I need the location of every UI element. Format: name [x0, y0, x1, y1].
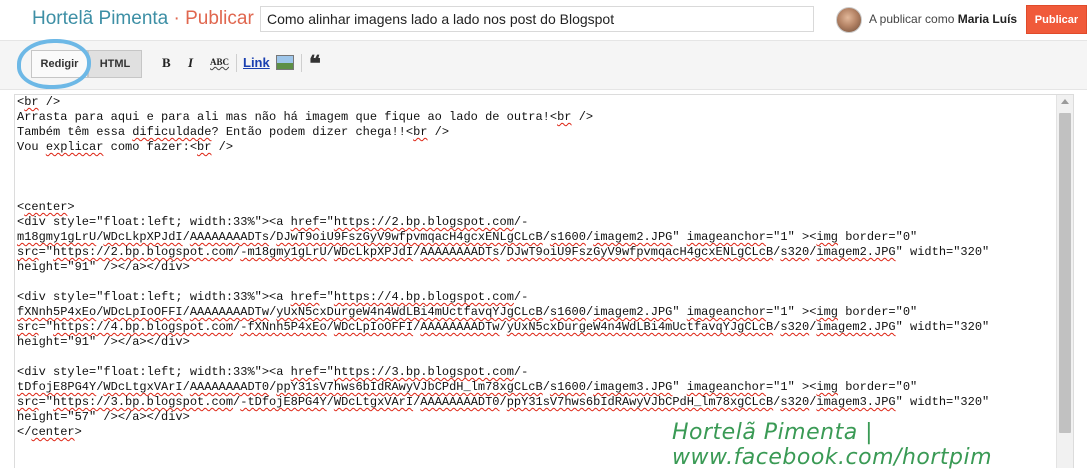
- blog-name: Hortelã Pimenta: [32, 8, 169, 29]
- scrollbar-thumb[interactable]: [1059, 113, 1071, 433]
- code-line: <center>: [17, 200, 75, 214]
- link-button[interactable]: Link: [243, 55, 270, 70]
- code-line: <div style="float:left; width:33%"><a hr…: [17, 365, 529, 379]
- code-line: height="57" /></a></div>: [17, 410, 190, 424]
- publishing-as-label: A publicar como: [869, 12, 955, 26]
- code-line: Arrasta para aqui e para ali mas não há …: [17, 110, 594, 124]
- html-mode-button[interactable]: HTML: [88, 50, 142, 78]
- spellcheck-icon[interactable]: ABC: [210, 57, 229, 67]
- code-line: <br />: [17, 95, 61, 109]
- code-line: <div style="float:left; width:33%"><a hr…: [17, 290, 529, 304]
- insert-image-icon[interactable]: [276, 55, 294, 70]
- page-action: Publicar: [185, 8, 254, 29]
- editor-toolbar: Redigir HTML B I ABC Link ❝: [0, 39, 1087, 90]
- code-line: fXNnh5P4xEo/WDcLpIoOFFI/AAAAAAAADTw/yUxN…: [17, 305, 918, 319]
- html-editor[interactable]: <br /> Arrasta para aqui e para ali mas …: [14, 94, 1074, 468]
- italic-icon[interactable]: I: [188, 55, 193, 71]
- code-line: Também têm essa dificuldade? Então podem…: [17, 125, 450, 139]
- post-title-input[interactable]: [260, 6, 814, 32]
- editor-scrollbar[interactable]: [1056, 95, 1073, 468]
- code-line: tDfojE8PG4Y/WDcLtgxVArI/AAAAAAAADT0/ppY3…: [17, 380, 918, 394]
- bold-icon[interactable]: B: [162, 55, 171, 71]
- html-source-text[interactable]: <br /> Arrasta para aqui e para ali mas …: [17, 95, 989, 440]
- code-line: </center>: [17, 425, 82, 439]
- toolbar-divider: [301, 54, 302, 72]
- watermark: Hortelã Pimenta | www.facebook.com/hortp…: [672, 420, 993, 470]
- code-line: height="91" /></a></div>: [17, 260, 190, 274]
- toolbar-divider: [236, 54, 237, 72]
- user-name[interactable]: Maria Luís: [958, 12, 1017, 26]
- code-line: m18gmy1gLrU/WDcLkpXPJdI/AAAAAAAADTs/DJwT…: [17, 230, 918, 244]
- code-line: <div style="float:left; width:33%"><a hr…: [17, 215, 529, 229]
- code-line: Vou explicar como fazer:<br />: [17, 140, 234, 154]
- code-line: height="91" /></a></div>: [17, 335, 190, 349]
- blog-title[interactable]: Hortelã Pimenta · Publicar: [32, 8, 254, 30]
- avatar[interactable]: [836, 7, 862, 33]
- publishing-as: A publicar como Maria Luís: [869, 12, 1017, 26]
- top-bar: Hortelã Pimenta · Publicar A publicar co…: [0, 0, 1087, 40]
- quote-icon[interactable]: ❝: [309, 51, 321, 77]
- scroll-up-arrow-icon[interactable]: [1061, 99, 1069, 104]
- code-line: src="https://3.bp.blogspot.com/-tDfojE8P…: [17, 395, 990, 409]
- highlight-circle: [17, 39, 91, 89]
- code-line: src="https://2.bp.blogspot.com/-m18gmy1g…: [17, 245, 990, 259]
- publish-button[interactable]: Publicar: [1026, 5, 1087, 34]
- title-separator: ·: [168, 8, 186, 29]
- code-line: src="https://4.bp.blogspot.com/-fXNnh5P4…: [17, 320, 990, 334]
